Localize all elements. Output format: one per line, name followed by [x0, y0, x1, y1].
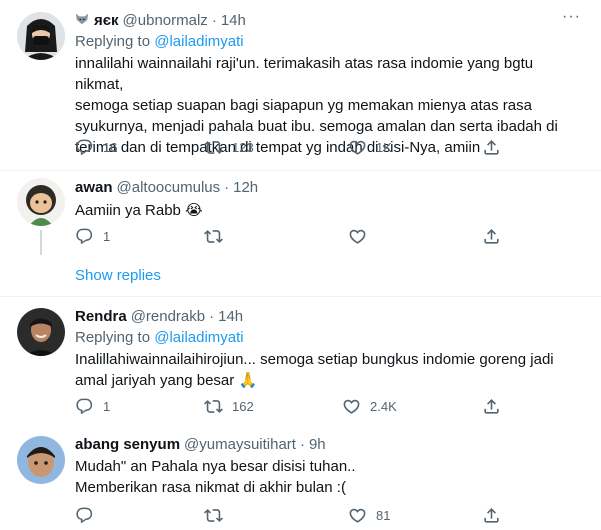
like-button[interactable]: 2.4K	[342, 397, 397, 416]
reply-icon	[75, 227, 94, 246]
replying-to-label: Replying to	[75, 329, 151, 346]
tweet-text-line: Mudah" an Pahala nya besar disisi tuhan.…	[75, 458, 356, 475]
tweet-header: Rendra @rendrakb · 14h	[75, 306, 581, 326]
avatar[interactable]	[17, 12, 65, 60]
timestamp[interactable]: 12h	[233, 179, 258, 196]
like-button[interactable]: 1K	[348, 138, 392, 157]
separator-dot: ·	[211, 11, 217, 29]
avatar[interactable]	[17, 436, 65, 484]
tweet-actions: 81	[75, 506, 505, 526]
separator-dot: ·	[299, 435, 305, 453]
reply-button[interactable]: 1	[75, 227, 110, 246]
tweet-actions: 1	[75, 227, 505, 247]
reply-icon	[75, 506, 94, 525]
retweet-icon	[204, 227, 223, 246]
tweet-actions: 1 162 2.4K	[75, 397, 505, 417]
display-name[interactable]: Rendra	[75, 308, 127, 325]
separator-dot: ·	[209, 307, 215, 325]
user-handle[interactable]: @altoocumulus	[117, 179, 221, 196]
retweet-icon	[204, 506, 223, 525]
fox-face-icon	[75, 12, 89, 29]
replying-to-label: Replying to	[75, 33, 151, 50]
tweet-text-line: Aamiin ya Rabb	[75, 202, 181, 219]
share-icon	[482, 397, 501, 416]
tweet[interactable]: Rendra @rendrakb · 14h Replying to @lail…	[0, 297, 601, 425]
retweet-button[interactable]: 123	[204, 138, 254, 157]
tweet-header: abang senyum @yumaysuitihart · 9h	[75, 434, 581, 454]
reply-count: 16	[103, 140, 118, 155]
like-icon	[342, 397, 361, 416]
like-count: 1K	[376, 140, 392, 155]
reply-button[interactable]	[75, 506, 94, 525]
like-count: 2.4K	[370, 399, 397, 414]
show-replies-link[interactable]: Show replies	[75, 267, 161, 284]
reply-icon	[75, 138, 94, 157]
retweet-count: 162	[232, 399, 254, 414]
tweet-text: Mudah" an Pahala nya besar disisi tuhan.…	[75, 456, 581, 498]
timestamp[interactable]: 14h	[218, 308, 243, 325]
replying-to: Replying to @lailadimyati	[75, 329, 581, 347]
tweet-text-line: innalilahi wainnailahi raji'un. terimaka…	[75, 55, 534, 93]
avatar-image	[17, 436, 65, 484]
retweet-button[interactable]: 162	[204, 397, 254, 416]
tweet-text-line: Inalillahiwainnailaihirojiun... semoga s…	[75, 351, 554, 368]
retweet-icon	[204, 397, 223, 416]
reply-icon	[75, 397, 94, 416]
display-name[interactable]: яєк	[94, 12, 119, 29]
share-icon	[482, 506, 501, 525]
share-button[interactable]	[482, 506, 501, 525]
like-button[interactable]: 81	[348, 506, 390, 525]
retweet-button[interactable]	[204, 227, 223, 246]
reply-count: 1	[103, 399, 111, 414]
user-handle[interactable]: @ubnormalz	[123, 12, 208, 29]
reply-count: 1	[103, 229, 111, 244]
thread-line	[40, 230, 42, 255]
reply-button[interactable]: 16	[75, 138, 117, 157]
like-icon	[348, 506, 367, 525]
crying-face-emoji: 😭	[185, 202, 203, 219]
avatar[interactable]	[17, 178, 65, 226]
tweet-actions: 16 123 1K	[75, 138, 505, 158]
share-icon	[482, 227, 501, 246]
reply-button[interactable]: 1	[75, 397, 110, 416]
tweet-text: Inalillahiwainnailaihirojiun... semoga s…	[75, 349, 581, 391]
more-options-icon[interactable]: ···	[562, 9, 581, 25]
like-icon	[348, 138, 367, 157]
tweet-text-line: semoga setiap suapan bagi siapapun yg me…	[75, 97, 532, 114]
user-handle[interactable]: @yumaysuitihart	[184, 436, 296, 453]
tweet[interactable]: яєк @ubnormalz · 14h ··· Replying to @la…	[0, 0, 601, 170]
avatar[interactable]	[17, 308, 65, 356]
tweet-text: Aamiin ya Rabb 😭	[75, 200, 581, 221]
retweet-button[interactable]	[204, 506, 223, 525]
mention-link[interactable]: @lailadimyati	[154, 33, 243, 50]
retweet-icon	[204, 138, 223, 157]
avatar-image	[17, 178, 65, 226]
avatar-image	[17, 308, 65, 356]
user-handle[interactable]: @rendrakb	[131, 308, 205, 325]
timestamp[interactable]: 14h	[221, 12, 246, 29]
separator-dot: ·	[224, 178, 230, 196]
retweet-count: 123	[232, 140, 254, 155]
tweet-text-line: syukurnya, menjadi pahala buat ibu. semo…	[75, 118, 558, 135]
mention-link[interactable]: @lailadimyati	[154, 329, 243, 346]
tweet-header: яєк @ubnormalz · 14h	[75, 10, 581, 30]
tweet[interactable]: abang senyum @yumaysuitihart · 9h Mudah"…	[0, 426, 601, 530]
tweet-text-line: amal jariyah yang besar	[75, 372, 235, 389]
tweet-header: awan @altoocumulus · 12h	[75, 177, 581, 197]
replying-to: Replying to @lailadimyati	[75, 33, 581, 51]
like-count: 81	[376, 508, 391, 523]
display-name[interactable]: abang senyum	[75, 436, 180, 453]
tweet[interactable]: awan @altoocumulus · 12h Aamiin ya Rabb …	[0, 171, 601, 255]
share-icon	[482, 138, 501, 157]
share-button[interactable]	[482, 227, 501, 246]
display-name[interactable]: awan	[75, 179, 113, 196]
like-icon	[348, 227, 367, 246]
folded-hands-emoji: 🙏	[238, 372, 258, 389]
like-button[interactable]	[348, 227, 367, 246]
timestamp[interactable]: 9h	[309, 436, 326, 453]
share-button[interactable]	[482, 397, 501, 416]
share-button[interactable]	[482, 138, 501, 157]
tweet-text-line: Memberikan rasa nikmat di akhir bulan :(	[75, 479, 346, 496]
avatar-image	[17, 12, 65, 60]
